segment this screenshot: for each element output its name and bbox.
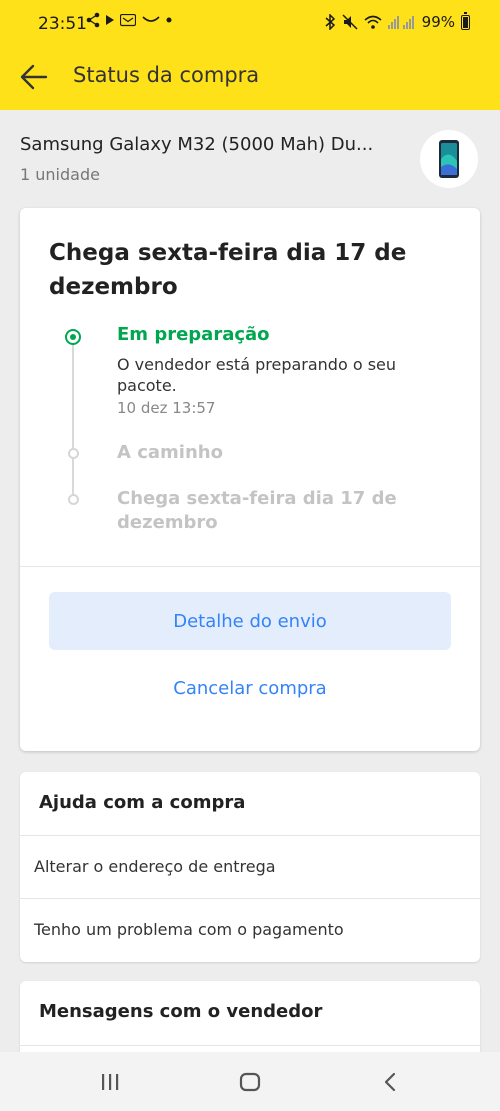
bluetooth-icon	[325, 14, 335, 30]
help-item-change-address[interactable]: Alterar o endereço de entrega	[20, 835, 480, 898]
help-item-label: Alterar o endereço de entrega	[34, 857, 276, 876]
step-title-arrival: Chega sexta-feira dia 17 de dezembro	[117, 488, 397, 533]
product-image	[420, 130, 478, 188]
timeline-track	[72, 338, 74, 498]
shipping-details-button[interactable]: Detalhe do envio	[49, 592, 451, 650]
delivery-eta-title: Chega sexta-feira dia 17 de dezembro	[49, 240, 407, 300]
back-button[interactable]	[18, 62, 50, 92]
shipment-card: Chega sexta-feira dia 17 de dezembro Em …	[20, 208, 480, 751]
page-title: Status da compra	[73, 63, 260, 87]
dot-icon	[166, 17, 172, 23]
wifi-icon	[364, 15, 382, 29]
help-card: Ajuda com a compra Alterar o endereço de…	[20, 772, 480, 962]
nav-back-icon	[384, 1072, 396, 1092]
divider	[20, 566, 480, 567]
step-title-preparing: Em preparação	[117, 324, 270, 345]
product-name: Samsung Galaxy M32 (5000 Mah) Du...	[20, 134, 374, 155]
battery-percent: 99%	[421, 13, 455, 31]
status-bar: 23:51 99%	[0, 0, 500, 44]
arrow-left-icon	[20, 64, 48, 90]
recent-apps-button[interactable]	[90, 1068, 130, 1096]
system-icons: 99%	[325, 11, 470, 31]
signal-icon	[387, 16, 414, 29]
step-description-preparing: O vendedor está preparando o seu pacote.	[117, 355, 397, 395]
system-nav-bar	[0, 1052, 500, 1111]
message-icon	[120, 13, 136, 26]
nav-back-button[interactable]	[370, 1068, 410, 1096]
help-item-label: Tenho um problema com o pagamento	[34, 920, 344, 939]
help-item-payment-problem[interactable]: Tenho um problema com o pagamento	[20, 898, 480, 961]
home-icon	[239, 1072, 261, 1092]
product-header[interactable]: Samsung Galaxy M32 (5000 Mah) Du... 1 un…	[0, 110, 500, 202]
cancel-purchase-button[interactable]: Cancelar compra	[49, 668, 451, 708]
mute-icon	[342, 14, 358, 30]
step-title-on-the-way: A caminho	[117, 442, 223, 463]
recent-apps-icon	[102, 1074, 119, 1090]
status-time: 23:51	[38, 14, 87, 34]
step-date-preparing: 10 dez 13:57	[117, 399, 216, 417]
help-section-title: Ajuda com a compra	[39, 792, 246, 813]
timeline-dot-on-the-way	[68, 448, 79, 459]
messages-section-title: Mensagens com o vendedor	[39, 1001, 323, 1022]
battery-icon	[461, 11, 470, 30]
app-bar: Status da compra	[0, 44, 500, 110]
notification-icons	[86, 12, 172, 28]
phone-thumbnail-icon	[439, 140, 459, 178]
smile-icon	[142, 16, 160, 22]
share-icon	[86, 12, 100, 28]
home-button[interactable]	[230, 1068, 270, 1096]
timeline-dot-active	[65, 329, 81, 345]
timeline-dot-arrival	[68, 494, 79, 505]
product-quantity: 1 unidade	[20, 165, 100, 184]
divider	[20, 1045, 480, 1046]
play-icon	[106, 15, 114, 25]
